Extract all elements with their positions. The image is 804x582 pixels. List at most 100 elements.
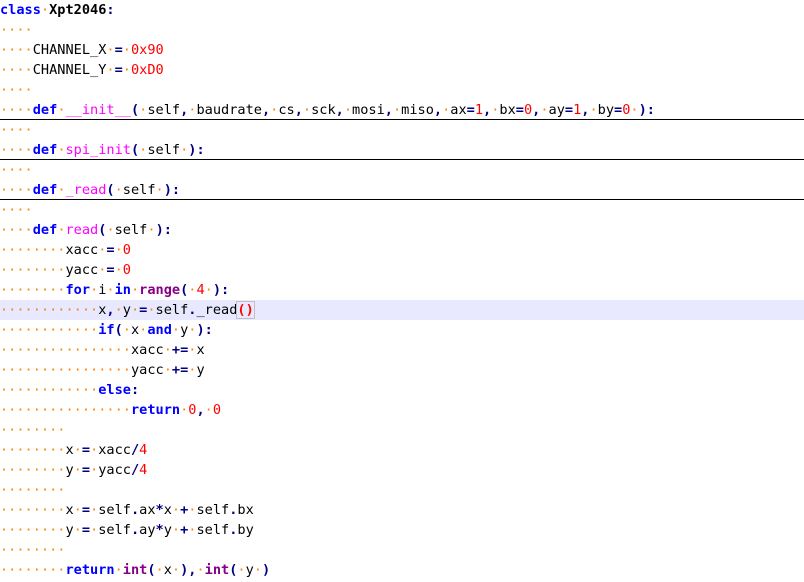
token-number-literal: 1 <box>474 102 484 118</box>
token-identifier: x <box>65 442 74 458</box>
token-operator: = <box>564 102 574 118</box>
token-operator: * <box>155 502 164 518</box>
token-identifier: x <box>163 562 172 578</box>
token-identifier: by <box>237 522 254 538</box>
token-operator: ( <box>106 182 115 198</box>
token-identifier: y <box>122 302 131 318</box>
token-identifier: cs <box>278 102 295 118</box>
token-identifier: bx <box>237 502 254 518</box>
token-whitespace-marker: ········ <box>0 482 66 498</box>
token-whitespace-marker: ············ <box>0 322 99 338</box>
code-line[interactable]: ················return·0,·0 <box>0 400 804 420</box>
token-keyword: def <box>32 142 58 158</box>
code-editor[interactable]: class·Xpt2046: ···· ····CHANNEL_X·=·0x90 ··… <box>0 0 804 582</box>
token-whitespace-marker: · <box>155 562 164 578</box>
code-line[interactable]: ················yacc·+=·y <box>0 360 804 380</box>
code-line[interactable]: ········x·=·xacc/4 <box>0 440 804 460</box>
token-operator: ), <box>180 562 197 578</box>
token-keyword: and <box>147 322 172 338</box>
code-line[interactable]: ···· <box>0 80 804 100</box>
token-whitespace-marker: · <box>114 262 123 278</box>
token-class-name: Xpt2046 <box>49 2 107 18</box>
token-identifier: self <box>155 302 189 318</box>
code-line[interactable]: ····def·__init__(·self,·baudrate,·cs,·sc… <box>0 100 804 120</box>
token-whitespace-marker: · <box>171 322 181 338</box>
code-line[interactable]: ················xacc·+=·x <box>0 340 804 360</box>
token-operator: = <box>81 502 91 518</box>
code-line[interactable]: ········return·int(·x·),·int(·y·) <box>0 560 804 580</box>
token-identifier: _read <box>196 302 238 318</box>
token-operator: ( <box>147 562 156 578</box>
code-line[interactable]: ············x,·y·=·self._read() <box>0 300 804 320</box>
code-line[interactable]: ····def·spi_init(·self·): <box>0 140 804 160</box>
token-whitespace-marker: · <box>73 462 82 478</box>
code-line[interactable]: ········yacc·=·0 <box>0 260 804 280</box>
token-identifier: y <box>196 362 205 378</box>
code-line[interactable]: ········ <box>0 480 804 500</box>
token-operator: = <box>515 102 524 118</box>
token-operator: = <box>466 102 475 118</box>
token-whitespace-marker: ···· <box>0 222 33 238</box>
token-operator: ): <box>155 222 172 238</box>
token-whitespace-marker: · <box>106 222 115 238</box>
token-whitespace-marker: · <box>106 62 115 78</box>
token-whitespace-marker: ···· <box>0 142 33 158</box>
token-whitespace-marker: ···· <box>0 22 33 38</box>
code-line[interactable]: ···· <box>0 20 804 40</box>
token-identifier: y <box>163 522 172 538</box>
token-whitespace-marker: · <box>106 42 115 58</box>
token-operator: = <box>81 442 91 458</box>
code-line[interactable]: ········ <box>0 420 804 440</box>
token-identifier: xacc <box>130 342 164 358</box>
token-whitespace-marker: · <box>90 282 99 298</box>
token-whitespace-marker: ···· <box>0 202 33 218</box>
token-whitespace-marker: ···· <box>0 162 33 178</box>
token-identifier: x <box>65 502 74 518</box>
token-operator: = <box>106 262 115 278</box>
token-operator: = <box>114 62 123 78</box>
token-identifier: self <box>98 522 131 538</box>
token-whitespace-marker: · <box>196 562 205 578</box>
token-operator: , <box>335 102 344 118</box>
token-whitespace-marker: · <box>130 282 140 298</box>
code-line[interactable]: ········for·i·in·range(·4·): <box>0 280 804 300</box>
token-whitespace-marker: · <box>163 342 172 358</box>
token-keyword: def <box>32 102 58 118</box>
code-line[interactable]: ····def·read(·self·): <box>0 220 804 240</box>
code-line[interactable]: ············if(·x·and·y·): <box>0 320 804 340</box>
code-line[interactable]: ········y·=·self.ay*y·+·self.by <box>0 520 804 540</box>
token-identifier: x <box>163 502 172 518</box>
token-operator: . <box>130 522 140 538</box>
token-identifier: yacc <box>98 462 131 478</box>
token-whitespace-marker: ········ <box>0 242 66 258</box>
token-keyword: for <box>65 282 91 298</box>
token-identifier: xacc <box>65 242 99 258</box>
code-line[interactable]: ········x·=·self.ax*x·+·self.bx <box>0 500 804 520</box>
code-line[interactable]: ········xacc·=·0 <box>0 240 804 260</box>
token-operator: ( <box>130 102 140 118</box>
code-line[interactable]: ············else: <box>0 380 804 400</box>
code-line[interactable]: ···· <box>0 120 804 140</box>
code-line[interactable]: ········y·=·yacc/4 <box>0 460 804 480</box>
code-line[interactable]: ···· <box>0 160 804 180</box>
token-number-literal: 0x90 <box>130 42 164 58</box>
code-line[interactable]: ····CHANNEL_X·=·0x90 <box>0 40 804 60</box>
token-operator: : <box>130 382 140 398</box>
token-keyword: return <box>65 562 115 578</box>
token-whitespace-marker: · <box>90 502 99 518</box>
token-number-literal: 4 <box>139 442 148 458</box>
token-number-literal: 0 <box>212 402 221 418</box>
token-function-name: spi_init <box>65 142 131 158</box>
token-operator: , <box>196 402 205 418</box>
code-line[interactable]: ····def·_read(·self·): <box>0 180 804 200</box>
token-identifier: ay <box>548 102 565 118</box>
token-identifier: CHANNEL_Y <box>32 62 107 78</box>
token-identifier: mosi <box>352 102 385 118</box>
code-line[interactable]: ········ <box>0 540 804 560</box>
code-line[interactable]: ···· <box>0 200 804 220</box>
token-whitespace-marker: · <box>204 402 213 418</box>
token-whitespace-marker: · <box>114 562 123 578</box>
code-line[interactable]: class·Xpt2046: <box>0 0 804 20</box>
token-operator: ): <box>196 322 213 338</box>
code-line[interactable]: ····CHANNEL_Y·=·0xD0 <box>0 60 804 80</box>
